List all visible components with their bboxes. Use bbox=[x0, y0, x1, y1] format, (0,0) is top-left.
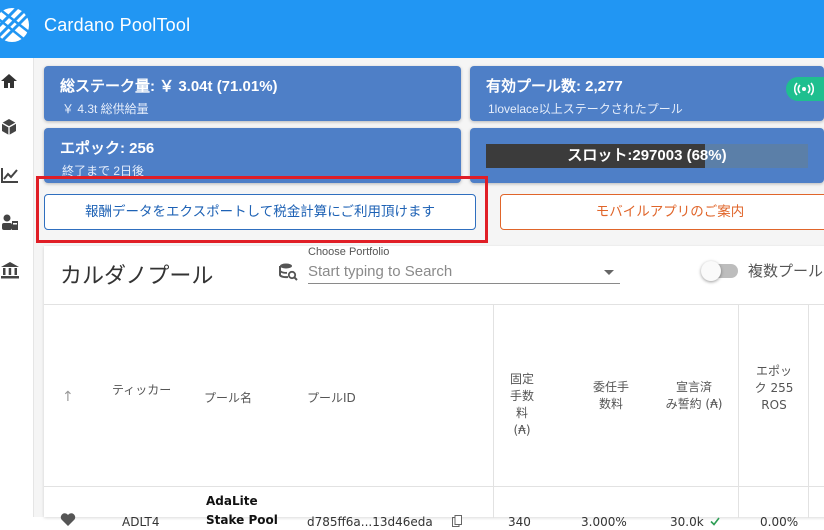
database-search-icon bbox=[279, 263, 298, 281]
header-pool-id[interactable]: プールID bbox=[307, 389, 356, 406]
main-content: 総ステーク量: ￥ 3.04t (71.01%) ￥ 4.3t 総供給量 有効プ… bbox=[34, 58, 824, 529]
highlight-annotation bbox=[36, 176, 488, 243]
home-icon bbox=[1, 74, 17, 88]
row-ros: 0.00% bbox=[760, 515, 799, 529]
active-pools-card: 有効プール数: 2,277 1lovelace以上ステークされたプール bbox=[470, 66, 824, 121]
line-chart-icon bbox=[1, 168, 18, 183]
row-fixed-fee: 340 bbox=[508, 515, 531, 529]
slot-progress-label: スロット:297003 (68%) bbox=[567, 147, 727, 164]
row-margin: 3.000% bbox=[581, 515, 627, 529]
header-pool-name[interactable]: プール名 bbox=[204, 389, 252, 406]
check-icon bbox=[710, 517, 720, 526]
active-pools-value: 有効プール数: 2,277 bbox=[486, 78, 623, 95]
panel-title: カルダノプール bbox=[60, 264, 214, 289]
total-supply-value: ￥ 4.3t 総供給量 bbox=[62, 102, 149, 116]
nav-blocks[interactable] bbox=[0, 118, 20, 142]
cube-icon bbox=[1, 119, 17, 135]
broadcast-icon bbox=[794, 82, 814, 96]
row-pool-name[interactable]: AdaLite Stake Pool bbox=[206, 492, 278, 530]
header-fixed-fee[interactable]: 固定 手数 料 (₳) bbox=[502, 371, 542, 439]
header-ticker[interactable]: ティッカー bbox=[112, 381, 171, 398]
slot-progress-bar: スロット:297003 (68%) bbox=[486, 144, 808, 168]
header-epoch-ros[interactable]: エポッ ク 255 ROS bbox=[744, 363, 804, 414]
heart-icon[interactable] bbox=[60, 513, 76, 527]
nav-bank[interactable] bbox=[0, 260, 20, 284]
multi-pool-toggle[interactable] bbox=[701, 261, 738, 281]
row-pool-id[interactable]: d785ff6a...13d46eda bbox=[307, 515, 433, 529]
nav-users[interactable] bbox=[0, 212, 20, 236]
row-pledge: 30.0k bbox=[670, 515, 704, 529]
header-row-divider bbox=[44, 486, 824, 487]
app-title[interactable]: Cardano PoolTool bbox=[44, 15, 190, 36]
active-pools-sub: 1lovelace以上ステークされたプール bbox=[488, 102, 683, 116]
portfolio-label: Choose Portfolio bbox=[308, 246, 390, 258]
row-ticker[interactable]: ADLT4 bbox=[122, 515, 159, 529]
header-pledge[interactable]: 宣言済 み誓約 (₳) bbox=[654, 379, 734, 413]
total-stake-value: 総ステーク量: ￥ 3.04t (71.01%) bbox=[60, 78, 278, 95]
portfolio-search-input[interactable] bbox=[308, 260, 620, 284]
sidebar bbox=[0, 58, 34, 517]
sort-arrow-icon[interactable]: ↑ bbox=[62, 389, 74, 405]
user-group-icon bbox=[2, 214, 18, 230]
pool-panel: カルダノプール Choose Portfolio 複数プール ↑ ティッカー プ… bbox=[44, 246, 824, 529]
pooltool-logo-icon[interactable] bbox=[0, 7, 32, 43]
mobile-app-button[interactable]: モバイルアプリのご案内 bbox=[500, 194, 824, 230]
pool-table: ↑ ティッカー プール名 プールID 固定 手数 料 (₳) 委任手 数料 宣言… bbox=[44, 304, 824, 529]
multi-pool-label: 複数プール bbox=[748, 262, 824, 280]
nav-charts[interactable] bbox=[0, 166, 20, 190]
epoch-value: エポック: 256 bbox=[60, 140, 155, 157]
nav-home[interactable] bbox=[0, 72, 20, 96]
toggle-knob bbox=[701, 261, 721, 281]
total-stake-card: 総ステーク量: ￥ 3.04t (71.01%) ￥ 4.3t 総供給量 bbox=[44, 66, 461, 121]
slot-card: スロット:297003 (68%) bbox=[470, 128, 824, 183]
app-bar: Cardano PoolTool bbox=[0, 0, 824, 58]
live-status-badge[interactable] bbox=[786, 77, 824, 101]
header-margin[interactable]: 委任手 数料 bbox=[584, 379, 638, 413]
epoch-card: エポック: 256 終了まで 2日後 bbox=[44, 128, 461, 183]
chevron-down-icon[interactable] bbox=[604, 270, 614, 275]
bank-icon bbox=[1, 262, 19, 279]
